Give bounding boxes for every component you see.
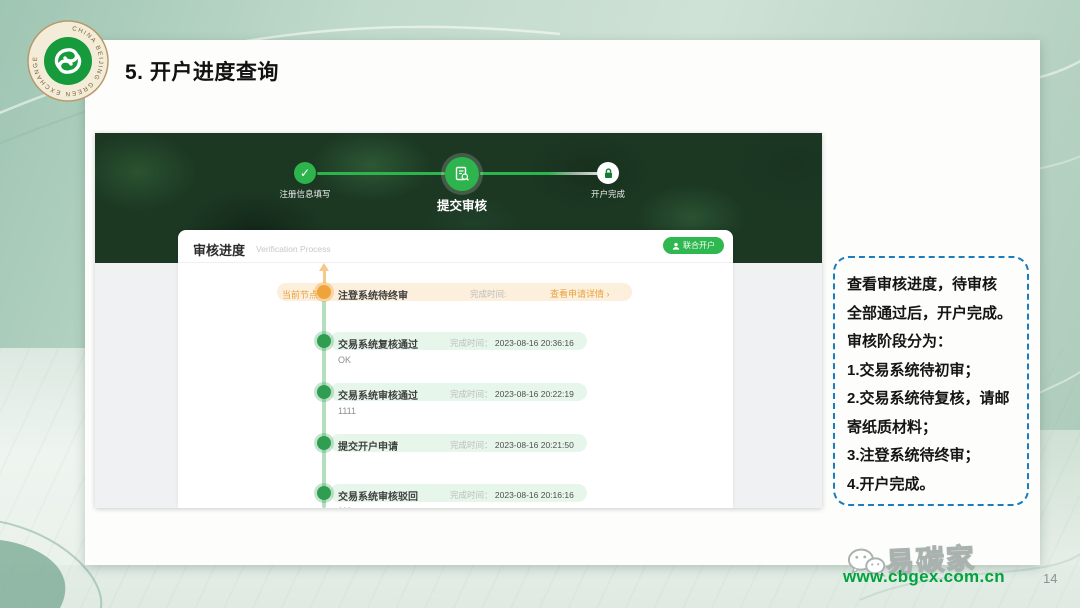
panel-title: 审核进度	[193, 240, 245, 259]
step-label-complete: 开户完成	[591, 188, 625, 200]
view-application-link[interactable]: 查看申请详情 ›	[550, 287, 610, 300]
timeline-dot	[317, 436, 331, 450]
timeline-row-title: 交易系统复核通过	[338, 336, 418, 351]
timeline-line	[322, 293, 326, 508]
annotation-line: 寄纸质材料；	[847, 414, 1017, 443]
timeline-row-time: 完成时间： 2023-08-16 20:22:19	[450, 388, 574, 400]
current-row-time: 完成时间:	[470, 288, 506, 300]
chevron-right-icon: ›	[607, 289, 610, 299]
timeline-dot	[317, 385, 331, 399]
timeline-dot	[317, 334, 331, 348]
current-node-dot	[317, 285, 331, 299]
embedded-screenshot: ✓ 注册信息填写 提交审核 开户完成	[95, 133, 822, 508]
time-value: 2023-08-16 20:16:16	[495, 490, 574, 500]
timeline-row-title: 提交开户申请	[338, 438, 398, 453]
timeline-row-title: 交易系统审核通过	[338, 387, 418, 402]
page-number: 14	[1043, 571, 1057, 586]
time-value: 2023-08-16 20:21:50	[495, 440, 574, 450]
timeline-row-time: 完成时间： 2023-08-16 20:21:50	[450, 439, 574, 451]
step-node-registration: ✓	[294, 162, 316, 184]
cbgex-seal-logo: CHINA BEIJING GREEN EXCHANGE	[27, 20, 109, 102]
verification-panel: 审核进度 Verification Process 联合开户 当前节点 注登系统…	[178, 230, 733, 508]
annotation-line: 2.交易系统待复核，请邮	[847, 385, 1017, 414]
timeline-row-title: 交易系统审核驳回	[338, 488, 418, 503]
time-label: 完成时间：	[450, 338, 493, 348]
page-title: 5. 开户进度查询	[125, 56, 279, 86]
person-icon	[672, 242, 680, 250]
check-icon: ✓	[300, 166, 310, 180]
annotation-line: 3.注登系统待终审；	[847, 442, 1017, 471]
site-url: www.cbgex.com.cn	[843, 567, 1005, 587]
timeline-row-time: 完成时间： 2023-08-16 20:16:16	[450, 489, 574, 501]
time-label: 完成时间:	[470, 289, 506, 299]
annotation-line: 审核阶段分为：	[847, 328, 1017, 357]
timeline-row-note: 1111	[338, 406, 356, 416]
timeline-row-note: 111	[338, 506, 352, 508]
panel-divider	[178, 262, 733, 263]
current-row-title: 注登系统待终审	[338, 287, 408, 302]
time-label: 完成时间：	[450, 490, 493, 500]
stepper-connector-2	[480, 172, 598, 175]
panel-subtitle: Verification Process	[256, 244, 331, 254]
slide: CHINA BEIJING GREEN EXCHANGE 5. 开户进度查询 ✓	[0, 0, 1080, 608]
annotation-line: 1.交易系统待初审；	[847, 357, 1017, 386]
joint-account-button-label: 联合开户	[683, 240, 715, 251]
step-label-submit-review: 提交审核	[437, 195, 487, 214]
time-label: 完成时间：	[450, 440, 493, 450]
current-node-tag: 当前节点	[282, 288, 318, 301]
lock-icon	[603, 168, 614, 179]
step-node-complete	[597, 162, 619, 184]
time-value: 2023-08-16 20:22:19	[495, 389, 574, 399]
annotation-box: 查看审核进度，待审核 全部通过后，开户完成。 审核阶段分为： 1.交易系统待初审…	[833, 256, 1029, 506]
step-label-registration: 注册信息填写	[279, 188, 330, 200]
annotation-line: 4.开户完成。	[847, 471, 1017, 500]
step-node-submit-review	[445, 157, 479, 191]
timeline-dot	[317, 486, 331, 500]
time-label: 完成时间：	[450, 389, 493, 399]
annotation-line: 查看审核进度，待审核	[847, 271, 1017, 300]
joint-account-button[interactable]: 联合开户	[663, 237, 724, 254]
document-search-icon	[454, 166, 470, 182]
annotation-line: 全部通过后，开户完成。	[847, 300, 1017, 329]
time-value: 2023-08-16 20:36:16	[495, 338, 574, 348]
view-application-label: 查看申请详情	[550, 289, 604, 299]
timeline-row-note: OK	[338, 355, 351, 365]
timeline-row-time: 完成时间： 2023-08-16 20:36:16	[450, 337, 574, 349]
stepper-connector-1	[317, 172, 445, 175]
